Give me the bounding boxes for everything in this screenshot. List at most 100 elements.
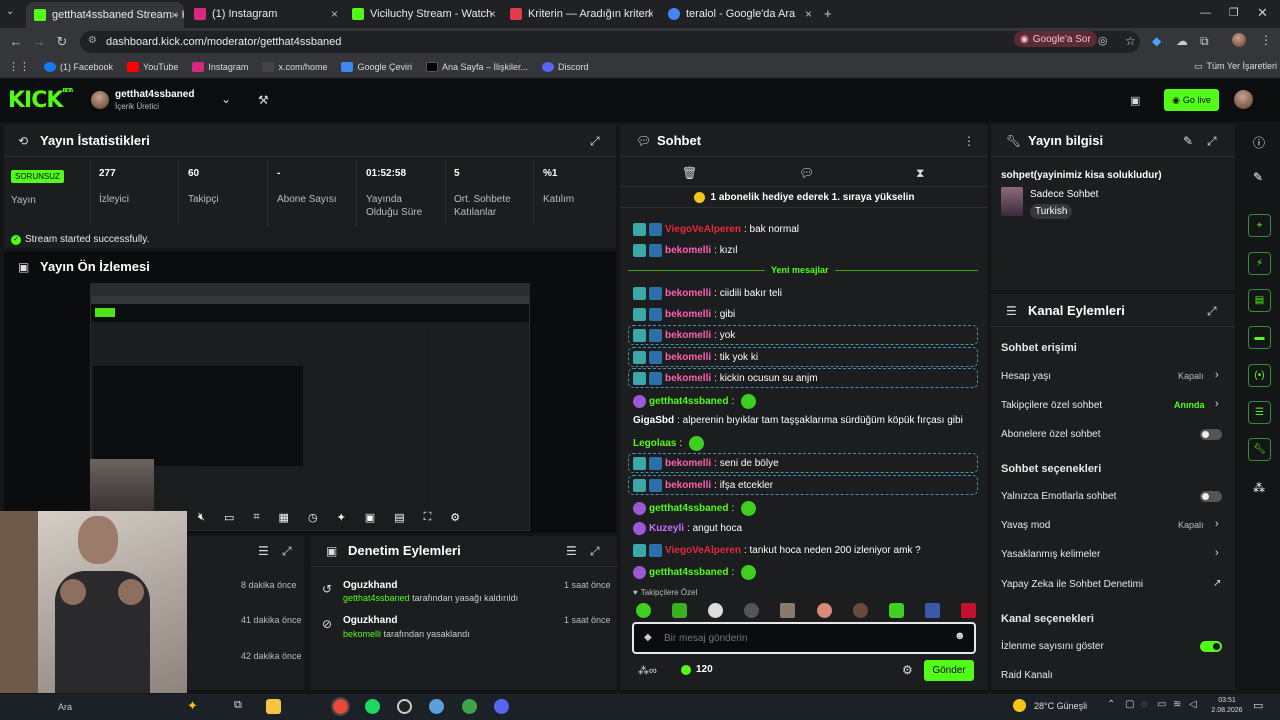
minimize-icon[interactable]: — [1200, 7, 1211, 19]
chat-username[interactable]: getthat4ssbaned [649, 567, 728, 578]
taskbar-weather[interactable]: 28°C Güneşli [1034, 701, 1087, 711]
expand-icon[interactable]: ⤢ [1207, 134, 1217, 149]
chat-username[interactable]: GigaSbd [633, 415, 674, 426]
emote-icon[interactable] [852, 603, 868, 618]
chevron-right-icon[interactable]: › [1215, 398, 1219, 410]
emote-icon[interactable] [708, 603, 724, 618]
external-link-icon[interactable]: ↗ [1213, 578, 1221, 589]
chat-users-icon[interactable]: ⁂∞ [638, 664, 657, 677]
close-icon[interactable]: × [489, 7, 496, 21]
tab-kriterin[interactable]: Kriterin — Aradığın kriterlere ka × [502, 4, 660, 24]
tab-google[interactable]: teralol - Google'da Ara × [660, 4, 818, 24]
spotify-icon[interactable] [365, 699, 380, 714]
filter-icon[interactable]: ☰ [566, 544, 577, 558]
sparkle-icon[interactable]: ✦ [337, 511, 346, 525]
google-sor-button[interactable]: ◉ Google'a Sor [1014, 31, 1097, 47]
send-button[interactable]: Gönder [924, 660, 974, 681]
raid-channel-label[interactable]: Raid Kanalı [1001, 670, 1053, 681]
forward-icon[interactable]: → [27, 34, 51, 49]
sidebar-clipboard-icon[interactable]: ▤ [1248, 289, 1271, 312]
go-live-button[interactable]: ◉ Go live [1164, 89, 1219, 111]
bookmark-discord[interactable]: Discord [542, 61, 589, 72]
trash-icon[interactable]: 🗑︎ [682, 166, 697, 180]
info-icon[interactable]: ⓘ [1253, 134, 1265, 151]
chat-username[interactable]: getthat4ssbaned [649, 503, 728, 514]
expand-icon[interactable]: ⤢ [1207, 304, 1217, 319]
chat-message[interactable]: bekomelli: yok [633, 329, 735, 342]
channel-points[interactable]: 120 [681, 664, 713, 675]
url-field[interactable]: ⚙ dashboard.kick.com/moderator/getthat4s… [80, 31, 1140, 53]
tab-viciluchy[interactable]: Viciluchy Stream - Watch Live o × [344, 4, 502, 24]
chat-message-input[interactable] [664, 630, 944, 646]
notification-icon[interactable]: ▭ [1253, 699, 1263, 712]
chat-username[interactable]: Kuzeyli [649, 523, 684, 534]
emote-only-toggle[interactable] [1200, 491, 1222, 502]
account-age-value[interactable]: Kapalı [1178, 371, 1204, 381]
obs-icon[interactable] [397, 699, 412, 714]
chat-message[interactable]: getthat4ssbaned: [633, 565, 757, 580]
emote-icon[interactable] [672, 603, 688, 618]
window-close-icon[interactable]: ✕ [1257, 5, 1268, 21]
chat-message[interactable]: bekomelli: kızıl [633, 244, 737, 257]
tab-kick-dashboard[interactable]: getthat4ssbaned Stream - Kick × [26, 2, 184, 28]
sidebar-server-icon[interactable]: ☰ [1248, 401, 1271, 424]
bookmark-facebook[interactable]: (1) Facebook [44, 61, 113, 72]
file-explorer-icon[interactable] [266, 699, 281, 714]
eye-off-icon[interactable]: ◎ [1098, 34, 1108, 47]
copilot-icon[interactable]: ✦ [187, 698, 198, 714]
slow-mode-value[interactable]: Kapalı [1178, 520, 1204, 530]
taskbar-clock[interactable]: 03:51 2.08.2026 [1209, 696, 1245, 716]
extensions-puzzle-icon[interactable]: ⧉ [1200, 34, 1209, 49]
chevron-right-icon[interactable]: › [1215, 547, 1219, 559]
sidebar-bolt-icon[interactable]: ⚡︎ [1248, 252, 1271, 275]
taskbar-search[interactable]: Ara [58, 702, 72, 712]
chat-message[interactable]: ViegoVeAlperen: bak normal [633, 223, 799, 236]
all-bookmarks[interactable]: ▭ Tüm Yer İşaretleri [1194, 61, 1277, 72]
menu-kebab-icon[interactable]: ⋮ [963, 134, 975, 148]
category-name[interactable]: Sadece Sohbet [1030, 189, 1098, 200]
star-icon[interactable]: ☆ [1125, 34, 1136, 48]
pencil-icon[interactable]: ✎ [1253, 170, 1263, 184]
chat-message[interactable]: bekomelli: ifşa etcekler [633, 479, 773, 492]
new-tab-icon[interactable]: + [824, 6, 832, 21]
ai-moderation-label[interactable]: Yapay Zeka ile Sohbet Denetimi [1001, 579, 1143, 590]
chat-username[interactable]: ViegoVeAlperen [665, 545, 741, 556]
preview-video[interactable] [90, 283, 530, 531]
chat-message[interactable]: getthat4ssbaned: [633, 501, 757, 516]
chat-username[interactable]: bekomelli [665, 330, 711, 341]
settings-app-icon[interactable] [429, 699, 444, 714]
expand-icon[interactable]: ⤢ [590, 544, 600, 559]
chat-message[interactable]: bekomelli: tik yok ki [633, 351, 758, 364]
maximize-icon[interactable]: ❐ [1229, 6, 1239, 19]
expand-icon[interactable]: ⤢ [590, 134, 600, 149]
sidebar-wrench-icon[interactable]: 🔧︎ [1248, 438, 1271, 461]
flag-emote-icon[interactable] [960, 603, 976, 618]
sidebar-target-icon[interactable]: ⌖ [1248, 214, 1271, 237]
chat-message[interactable]: Kuzeyli: angut hoca [633, 522, 742, 535]
chat-username[interactable]: ViegoVeAlperen [665, 224, 741, 235]
chat-input-box[interactable]: ◆ ☻ [632, 622, 976, 654]
emote-icon[interactable] [780, 603, 796, 618]
site-info-icon[interactable]: ⚙ [88, 35, 97, 46]
menu-kebab-icon[interactable]: ⋮ [1260, 33, 1272, 47]
crop-icon[interactable]: ⌗ [253, 511, 259, 525]
settings-icon[interactable]: ⚙ [450, 511, 460, 525]
chevron-right-icon[interactable]: › [1215, 369, 1219, 381]
bookmark-translate[interactable]: Google Çeviri [341, 61, 412, 72]
chat-message[interactable]: Legolaas: [633, 436, 705, 451]
sub-goal-banner[interactable]: 1 abonelik hediye ederek 1. sıraya yükse… [620, 186, 988, 208]
fullscreen-icon[interactable]: ⛶ [424, 511, 432, 525]
emote-icon[interactable] [816, 603, 832, 618]
tray-icon[interactable]: ▭ [1157, 699, 1166, 710]
image-icon[interactable]: ▦ [279, 511, 289, 525]
user-avatar[interactable] [1234, 90, 1253, 109]
chat-username[interactable]: bekomelli [665, 373, 711, 384]
chat-username[interactable]: bekomelli [665, 288, 711, 299]
bookmark-youtube[interactable]: YouTube [127, 61, 178, 72]
chrome-icon[interactable] [331, 697, 350, 716]
emote-icon[interactable] [636, 603, 651, 618]
chat-message[interactable]: getthat4ssbaned: [633, 394, 757, 409]
tab-instagram[interactable]: (1) Instagram × [186, 4, 344, 24]
chevron-up-icon[interactable]: ⌃ [1107, 699, 1115, 710]
chevron-right-icon[interactable]: › [1215, 518, 1219, 530]
